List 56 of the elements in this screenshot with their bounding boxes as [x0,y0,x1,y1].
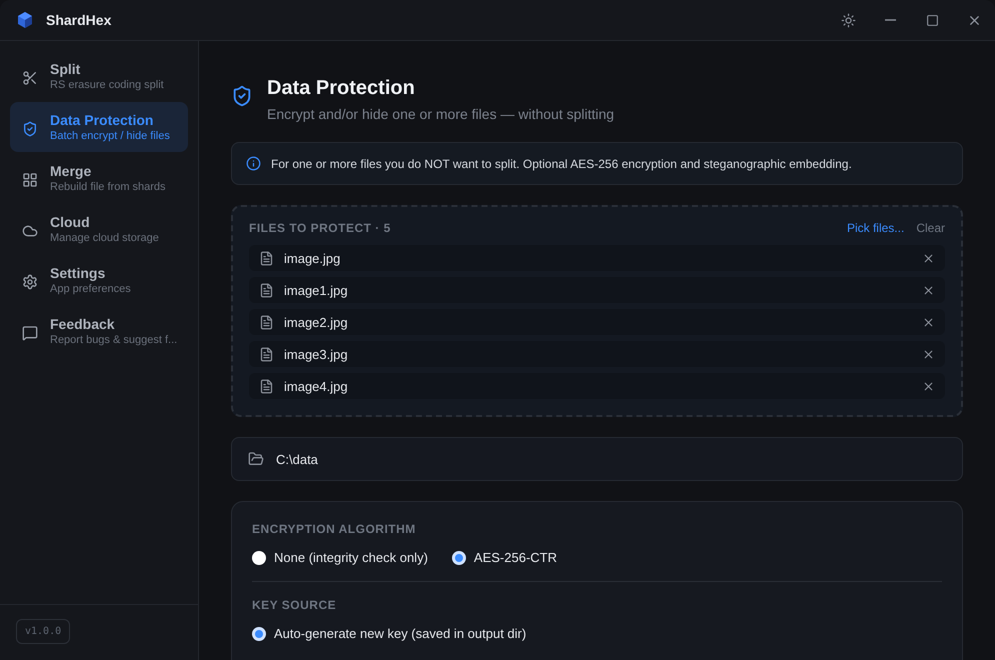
file-icon [259,378,274,394]
file-name: image1.jpg [284,282,349,298]
remove-button[interactable] [922,348,935,360]
file-name: image2.jpg [284,314,349,330]
info-icon [246,156,261,171]
sidebar-item[interactable]: Merge Rebuild file from shards [10,153,188,203]
page-title: Data Protection [267,77,416,100]
info-text: For one or more files you do NOT want to split. Optional AES-256 encryption and steganographic embedding. [271,156,852,170]
remove-button[interactable] [922,380,935,392]
cube-logo-icon [16,11,34,29]
close-icon [922,380,935,392]
clear-link[interactable]: Clear [904,221,945,235]
sidebar-item[interactable]: Cloud Manage cloud storage [10,204,188,254]
shield-check-icon [22,121,38,137]
minimize-icon [884,19,896,21]
radio-button[interactable] [452,550,466,564]
chat-icon [22,325,38,341]
remove-button[interactable] [922,252,935,264]
version-label: v1.0.0 [16,619,70,644]
close-icon [922,252,935,264]
file-name: image3.jpg [284,346,349,362]
output-folder-field[interactable]: C:\data [231,437,963,481]
close-icon [922,316,935,328]
file-icon [259,250,274,266]
file-icon [259,314,274,330]
scissors-icon [22,70,38,86]
close-icon [922,348,935,360]
folder-icon [248,451,264,467]
section-heading: ENCRYPTION ALGORITHM [252,522,417,536]
section-heading: KEY SOURCE [252,598,338,612]
file-icon [259,282,274,298]
file-name: image.jpg [284,250,342,266]
radio-option[interactable]: AES-256-CTR [452,550,557,565]
file-name: image4.jpg [284,378,349,394]
sidebar-item[interactable]: Split RS erasure coding split [10,51,188,101]
radio-button[interactable] [252,550,266,564]
files-heading: FILES TO PROTECT · 5 [249,221,392,235]
page-subtitle: Encrypt and/or hide one or more files — without splitting [267,106,614,122]
pick-files-link[interactable]: Pick files... [834,221,904,235]
sidebar-item[interactable]: Settings App preferences [10,255,188,305]
radio-button[interactable] [252,626,266,640]
remove-button[interactable] [922,316,935,328]
cloud-icon [22,223,38,239]
file-icon [259,346,274,362]
app-title: ShardHex [46,12,112,28]
radio-option[interactable]: Auto-generate new key (saved in output dir) [252,626,526,641]
sidebar-item[interactable]: Data Protection Batch encrypt / hide files [10,102,188,152]
settings-icon [22,274,38,290]
shield-check-icon [231,85,253,107]
sidebar-item[interactable]: Feedback Report bugs & suggest f... [10,306,188,356]
radio-option[interactable]: None (integrity check only) [252,550,428,565]
maximize-icon [926,14,938,26]
close-icon [922,284,935,296]
remove-button[interactable] [922,284,935,296]
grid-icon [22,172,38,188]
sun-icon [840,12,856,28]
